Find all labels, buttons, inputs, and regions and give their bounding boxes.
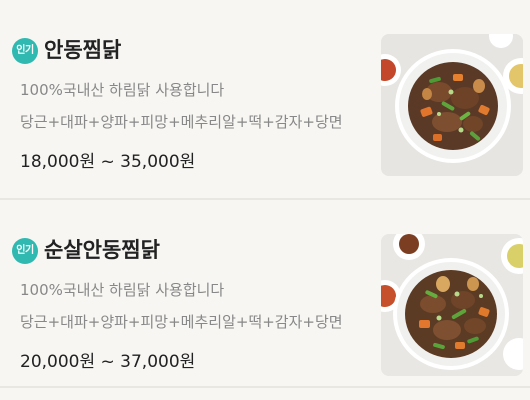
menu-item-price: 20,000원 ~ 37,000원 (20, 352, 196, 372)
braised-chicken-photo[interactable] (381, 34, 523, 176)
menu-item-ingredients: 당근+대파+양파+피망+메추리알+떡+감자+당면 (20, 113, 343, 131)
menu-item-name: 안동찜닭 (44, 38, 122, 62)
popular-badge: 인기 (12, 238, 38, 264)
boneless-braised-chicken-photo[interactable] (381, 234, 523, 376)
item-divider (0, 198, 530, 200)
menu-item-sunsal-andong-jjimdak[interactable]: 인기 순살안동찜닭 100%국내산 하림닭 사용합니다 당근+대파+양파+피망+… (0, 210, 530, 388)
item-divider (0, 386, 530, 388)
menu-item-name: 순살안동찜닭 (44, 238, 160, 262)
menu-item-andong-jjimdak[interactable]: 인기 안동찜닭 100%국내산 하림닭 사용합니다 당근+대파+양파+피망+메추… (0, 10, 530, 188)
menu-list: 인기 안동찜닭 100%국내산 하림닭 사용합니다 당근+대파+양파+피망+메추… (0, 0, 530, 400)
boneless-braised-chicken-photo-art (381, 234, 523, 376)
braised-chicken-photo-art (381, 34, 523, 176)
menu-item-description: 100%국내산 하림닭 사용합니다 (20, 81, 225, 99)
popular-badge: 인기 (12, 38, 38, 64)
menu-item-ingredients: 당근+대파+양파+피망+메추리알+떡+감자+당면 (20, 313, 343, 331)
menu-item-description: 100%국내산 하림닭 사용합니다 (20, 281, 225, 299)
menu-item-price: 18,000원 ~ 35,000원 (20, 152, 196, 172)
